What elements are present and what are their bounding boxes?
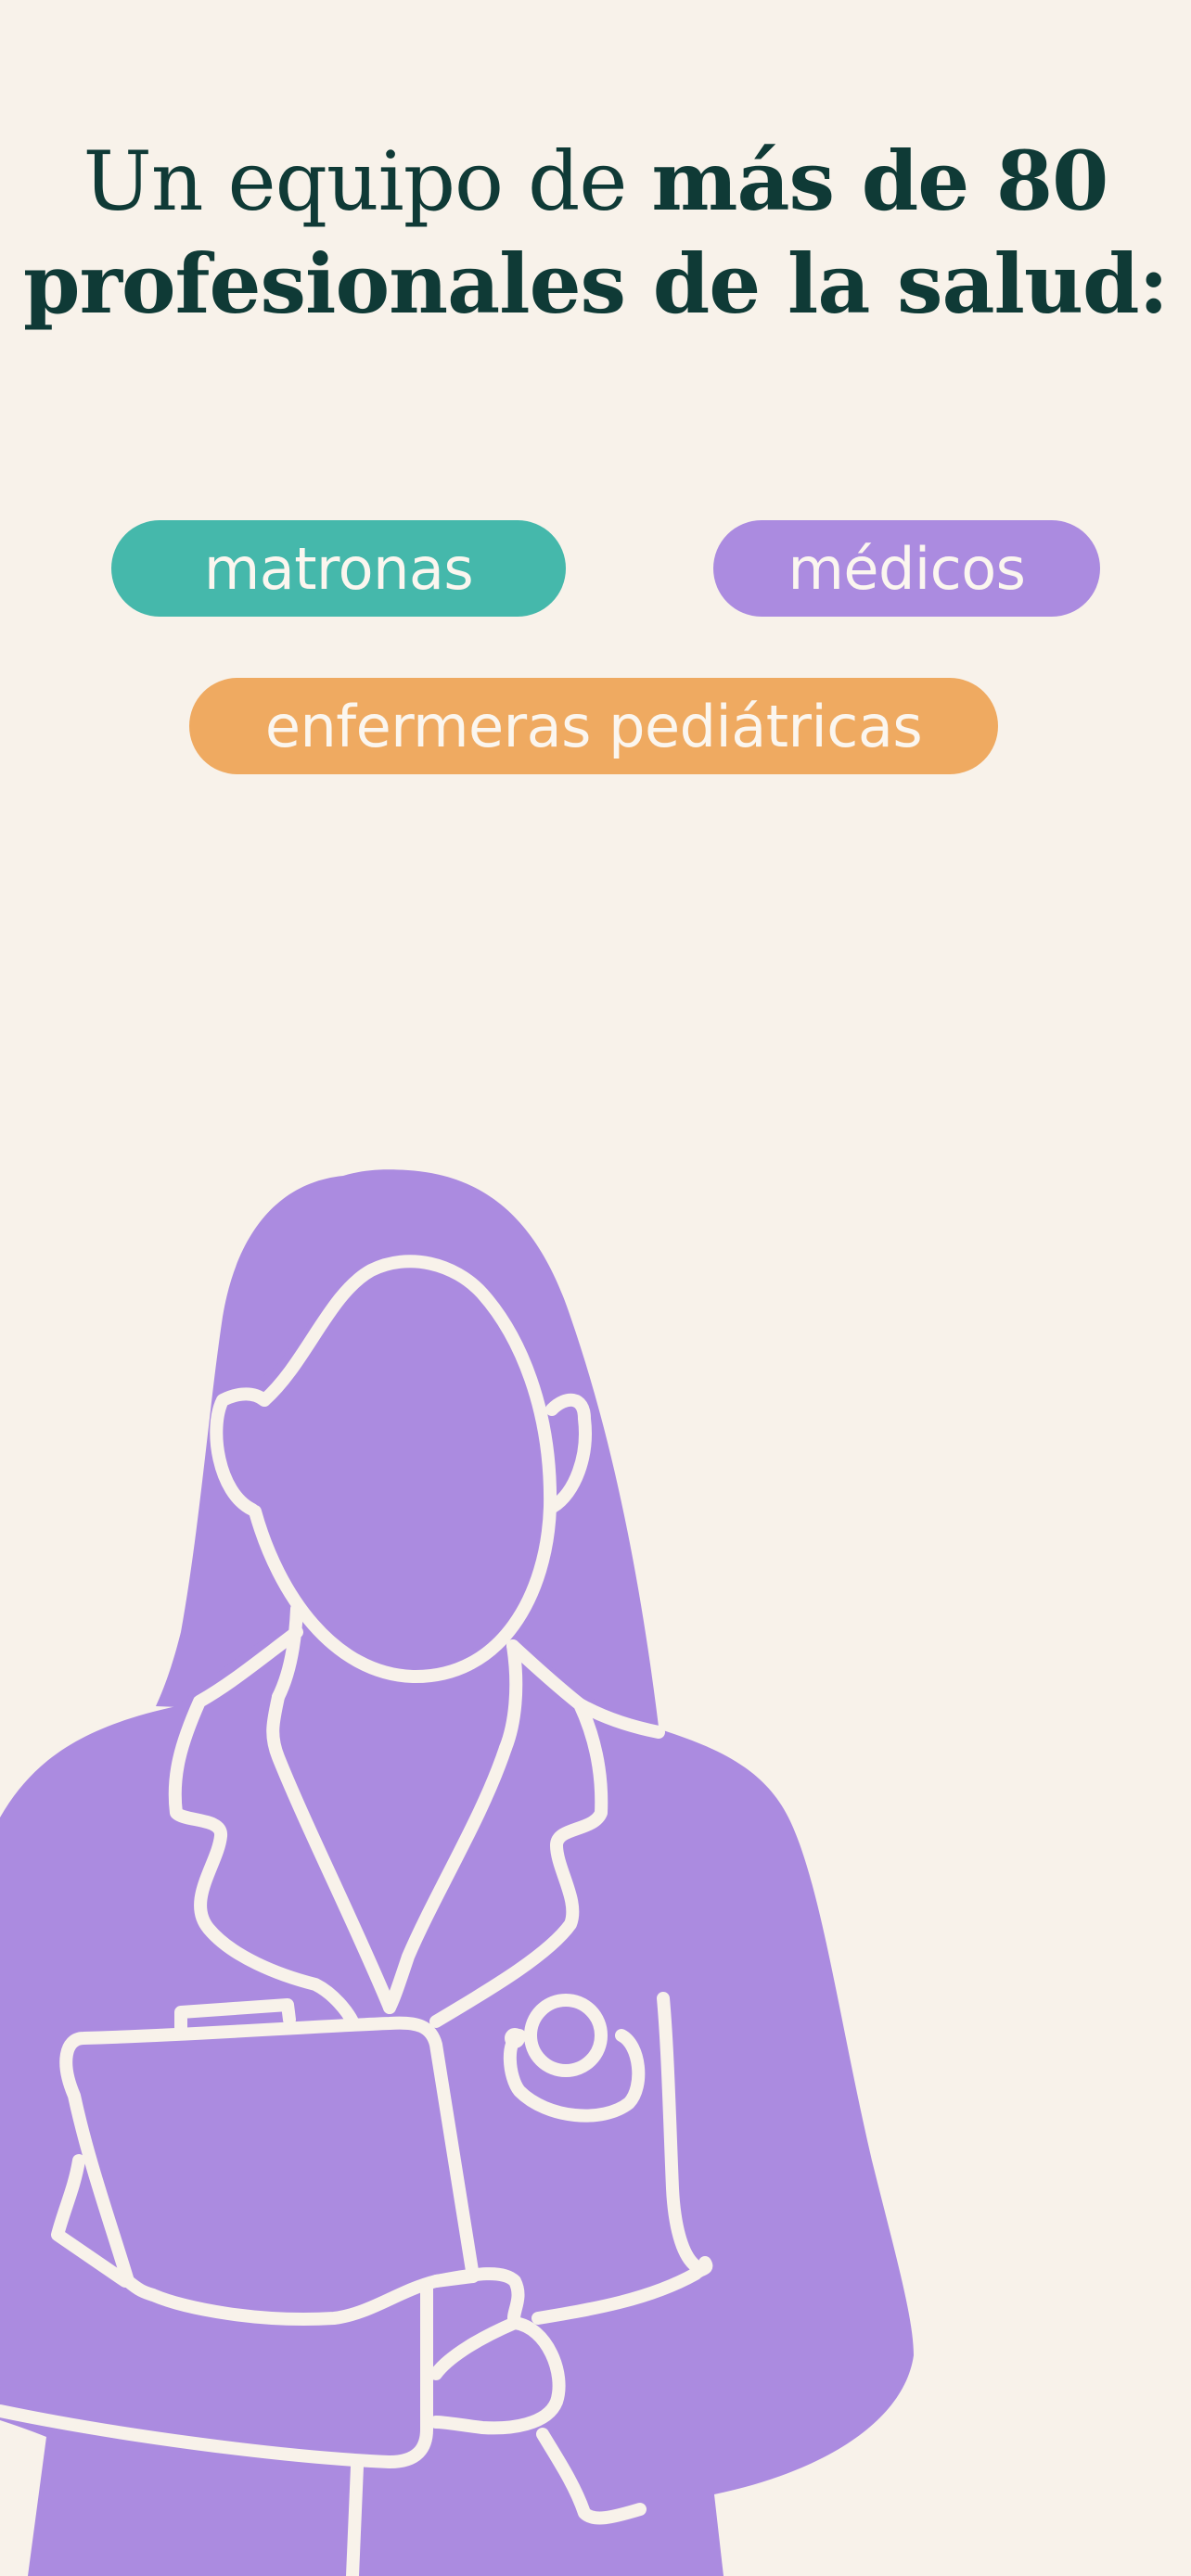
profession-tag-medicos: médicos: [713, 520, 1100, 617]
title-line-1: Un equipo de más de 80: [0, 130, 1191, 233]
doctor-illustration: [0, 1169, 914, 2576]
doctor-silhouette: [0, 1169, 914, 2576]
title-bold-count: más de 80: [651, 133, 1108, 229]
coat-center-outline: [346, 2460, 364, 2576]
screen: Un equipo de más de 80 profesionales de …: [0, 0, 1191, 2576]
profession-tag-enfermeras-pediatricas: enfermeras pediátricas: [189, 678, 998, 774]
title-light-text: Un equipo de: [83, 134, 652, 229]
page-title: Un equipo de más de 80 profesionales de …: [0, 130, 1191, 335]
stethoscope-tip-outline: [505, 2028, 525, 2048]
title-line-2: profesionales de la salud:: [23, 236, 1169, 332]
profession-tag-matronas: matronas: [111, 520, 566, 617]
